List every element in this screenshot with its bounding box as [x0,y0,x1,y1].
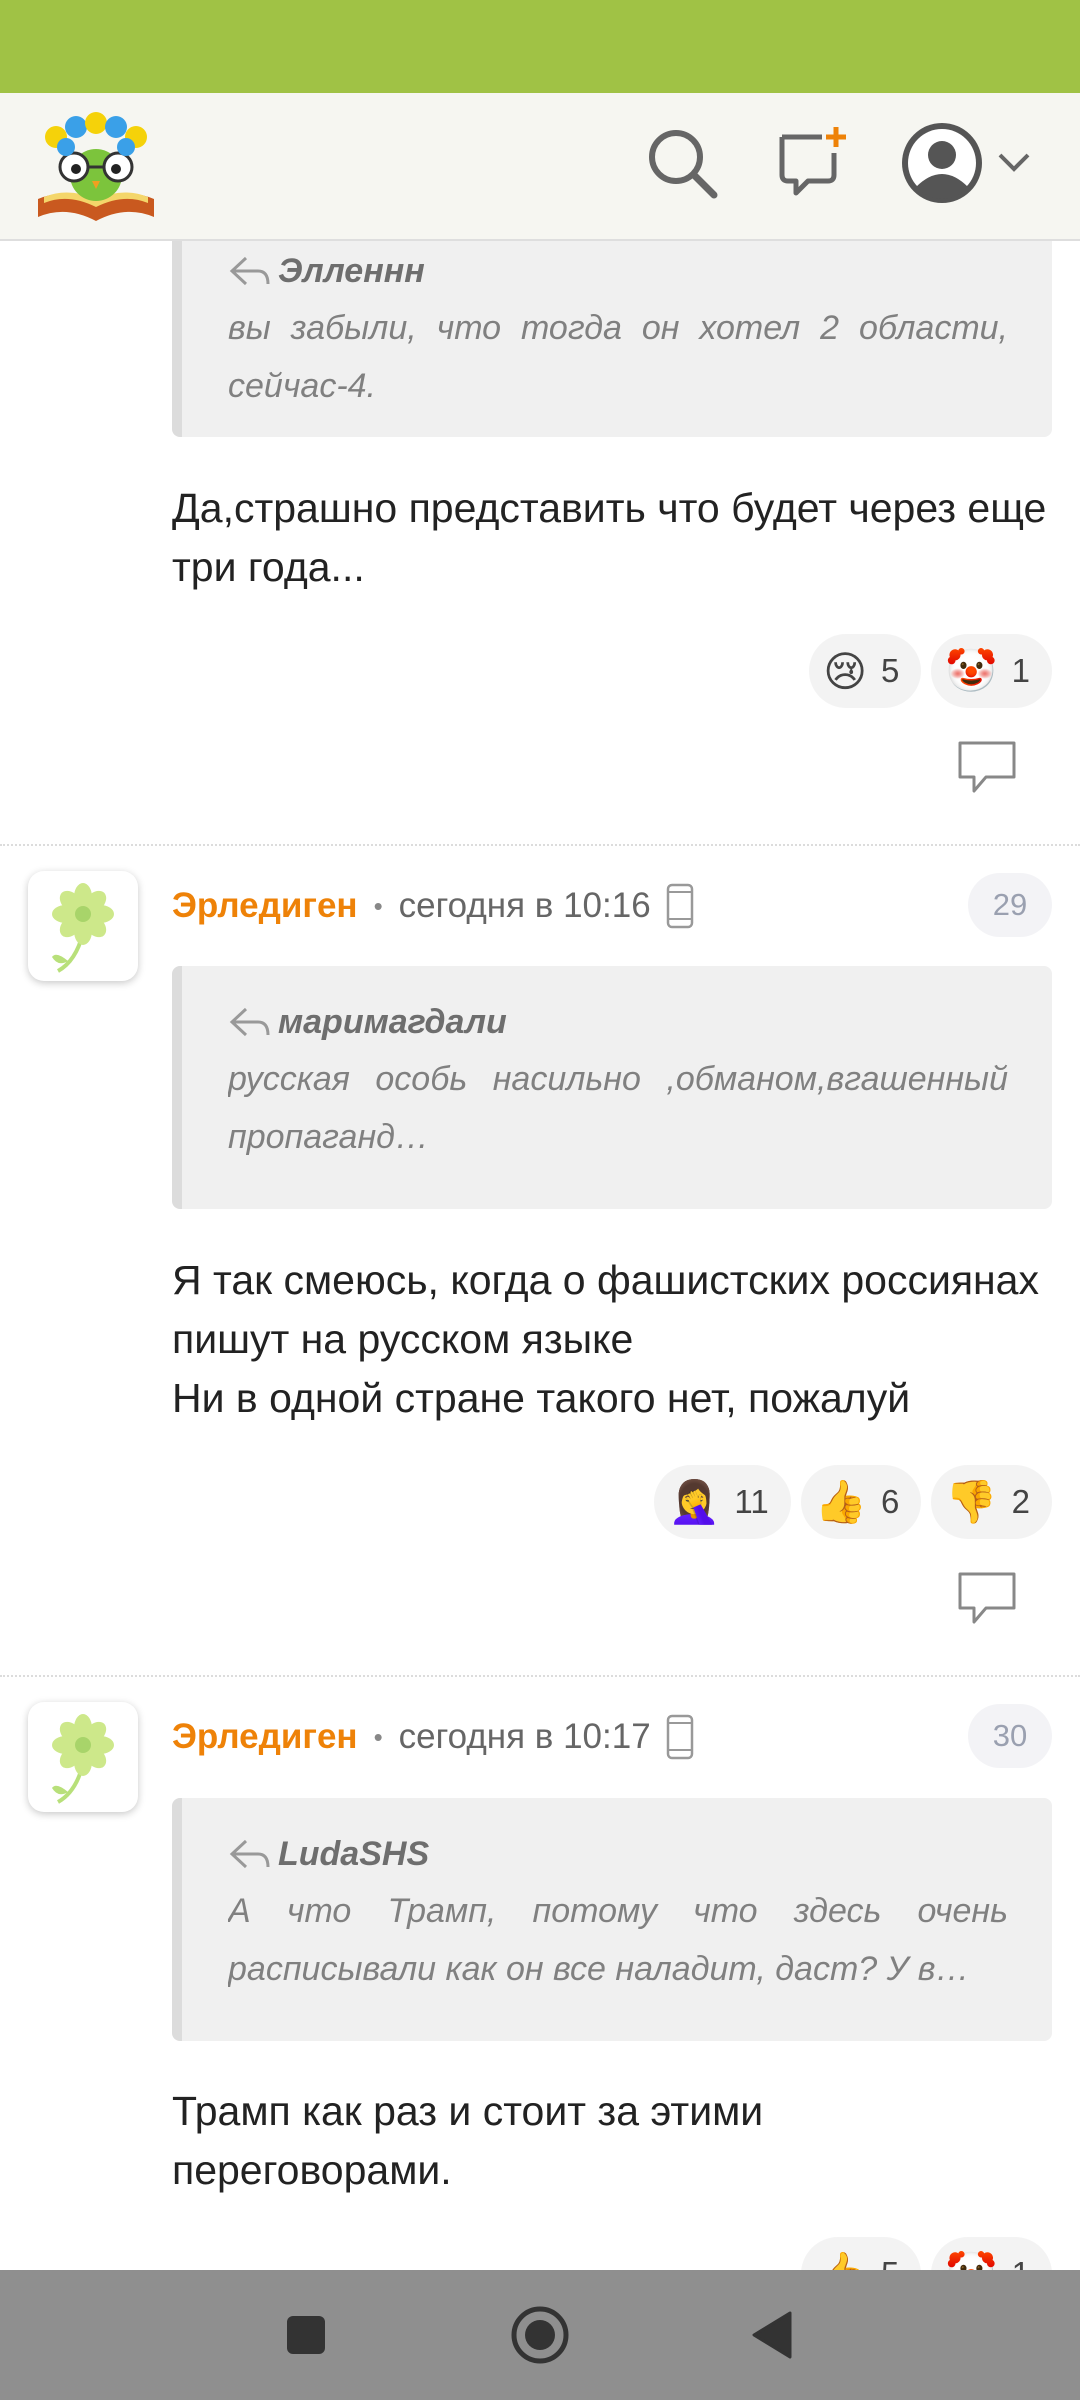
reaction-facepalm[interactable]: 🤦‍♀️ 11 [654,1465,791,1539]
owl-book-logo-icon[interactable] [34,107,158,225]
reaction-count: 1 [1012,2255,1030,2270]
reaction-thumbs-down[interactable]: 👎 2 [931,1465,1052,1539]
comment-number-badge: 29 [968,873,1052,937]
reaction-bar: 😢 5 🤡 1 [809,634,1052,708]
flower-avatar-icon [52,883,114,973]
reaction-count: 6 [880,1483,900,1520]
mobile-phone-icon [666,1714,693,1760]
comment-time: сегодня в 10:16 [398,886,651,925]
chevron-down-icon[interactable] [996,149,1032,175]
quoted-text: вы забыли, что тогда он хотел 2 области,… [228,309,1008,405]
avatar[interactable] [28,1702,138,1812]
reaction-crying[interactable]: 😢 5 [809,634,922,708]
flower-avatar-icon [52,1714,114,1804]
thumbs-up-icon: 👍 [814,1477,867,1526]
comment-number-badge: 30 [968,1704,1052,1768]
circle-home-icon [511,2306,569,2364]
clown-face-icon: 🤡 [945,2249,997,2270]
mobile-phone-icon [666,883,693,929]
divider [0,844,1080,846]
home-button[interactable] [480,2270,600,2400]
avatar[interactable] [28,871,138,981]
reaction-count: 11 [734,1483,769,1520]
comment-meta: Эрледиген • сегодня в 10:16 [172,876,695,936]
separator-dot: • [373,890,383,921]
thumbs-down-icon: 👎 [945,1477,998,1526]
quoted-author: Элленнн [278,251,425,290]
comment-text: Трамп как раз и стоит за этими переговор… [172,2088,764,2193]
quoted-reply[interactable]: Элленнн вы забыли, что тогда он хотел 2 … [172,239,1052,437]
reaction-bar: 👍 5 🤡 1 [800,2237,1052,2270]
clown-face-icon: 🤡 [945,646,998,695]
reaction-thumbs-up[interactable]: 👍 6 [800,1465,922,1539]
reaction-count: 5 [881,2255,899,2270]
quoted-text: русская особь насильно ,обманом,вгашенны… [228,1060,1008,1156]
divider [0,1675,1080,1677]
crying-face-icon: 😢 [823,646,867,696]
status-bar [0,0,1080,93]
thumbs-up-icon: 👍 [815,2249,867,2270]
comment-meta: Эрледиген • сегодня в 10:17 [172,1707,695,1767]
reaction-bar: 🤦‍♀️ 11 👍 6 👎 2 [654,1465,1052,1539]
comment-feed[interactable]: Элленнн вы забыли, что тогда он хотел 2 … [0,239,1080,2270]
quoted-reply[interactable]: LudaSHS А что Трамп, потому что здесь оч… [172,1798,1052,2041]
reply-comment-icon[interactable] [956,739,1018,795]
comment-author[interactable]: Эрледиген [172,1717,358,1757]
user-avatar-icon[interactable] [900,121,984,205]
back-button[interactable] [712,2270,832,2400]
reaction-count: 2 [1011,1483,1030,1520]
facepalm-icon: 🤦‍♀️ [668,1477,721,1526]
reaction-count: 1 [1011,652,1030,689]
reply-comment-icon[interactable] [956,1570,1018,1626]
comment-author[interactable]: Эрледиген [172,886,358,926]
triangle-back-icon [752,2311,792,2359]
quoted-author: маримагдали [278,1002,507,1041]
recents-button[interactable] [246,2270,366,2400]
reaction-thumbs-up[interactable]: 👍 5 [800,2237,922,2270]
reply-arrow-icon [229,1839,270,1869]
reaction-count: 5 [880,652,900,689]
comment-text: Да,страшно представить что будет через е… [172,485,1047,590]
reply-arrow-icon [229,256,270,286]
search-icon[interactable] [642,123,722,203]
system-nav-bar [0,2270,1080,2400]
quoted-author: LudaSHS [278,1834,430,1873]
comment-text: Я так смеюсь, когда о фашистских россиян… [172,1257,1039,1421]
square-icon [287,2316,325,2354]
comment-time: сегодня в 10:17 [398,1717,651,1756]
quoted-text: А что Трамп, потому что здесь очень расп… [228,1892,1008,1988]
reply-arrow-icon [229,1007,270,1037]
reaction-clown[interactable]: 🤡 1 [931,2237,1052,2270]
separator-dot: • [373,1721,383,1752]
new-message-plus-icon[interactable] [774,123,854,203]
top-app-bar [0,93,1080,241]
quoted-reply[interactable]: маримагдали русская особь насильно ,обма… [172,966,1052,1209]
reaction-clown[interactable]: 🤡 1 [931,634,1052,708]
